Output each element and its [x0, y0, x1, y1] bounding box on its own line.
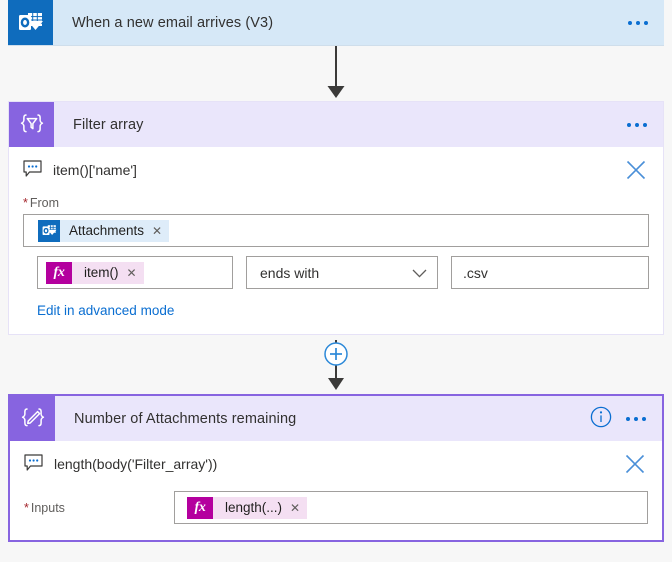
filter-braces-icon	[9, 102, 54, 147]
compose-braces-icon	[10, 396, 55, 441]
filter-comment-text: item()['name']	[53, 162, 137, 178]
remove-token-icon[interactable]: ✕	[152, 225, 162, 237]
flow-designer-canvas: When a new email arrives (V3) Filter arr…	[0, 0, 672, 562]
ellipsis-icon[interactable]	[626, 416, 646, 421]
trigger-card-title: When a new email arrives (V3)	[72, 14, 274, 31]
dynamic-token-attachments[interactable]: Attachments ✕	[38, 219, 170, 242]
token-label: Attachments	[69, 223, 145, 238]
filter-card-title: Filter array	[73, 116, 144, 133]
condition-row: fx item() ✕ ends with .csv	[23, 256, 649, 289]
token-label: item()	[84, 265, 119, 280]
condition-value-input[interactable]: .csv	[451, 256, 649, 289]
ellipsis-icon[interactable]	[628, 20, 648, 25]
outlook-icon	[38, 219, 60, 242]
trigger-card-header[interactable]: When a new email arrives (V3)	[8, 0, 664, 45]
action-card-filter-array[interactable]: Filter array item()['name'] * From Attac…	[8, 101, 664, 335]
expression-token-item[interactable]: fx item() ✕	[46, 261, 144, 284]
from-label-text: From	[29, 196, 60, 210]
compose-card-body: length(body('Filter_array')) * Inputs fx …	[10, 441, 662, 540]
compose-comment-text: length(body('Filter_array'))	[54, 456, 218, 472]
from-input[interactable]: Attachments ✕	[23, 214, 649, 247]
compose-header-actions	[590, 406, 662, 431]
remove-token-icon[interactable]: ✕	[127, 267, 137, 279]
from-field-label: * From	[23, 196, 649, 210]
arrow-down-icon	[327, 46, 345, 98]
close-icon[interactable]	[625, 159, 647, 181]
trigger-card-when-a-new-email-arrives[interactable]: When a new email arrives (V3)	[8, 0, 664, 46]
compose-card-header[interactable]: Number of Attachments remaining	[10, 396, 662, 441]
comment-icon	[24, 453, 43, 475]
required-indicator: *	[24, 500, 29, 515]
inputs-field-label: * Inputs	[24, 501, 174, 515]
chevron-down-icon[interactable]	[412, 265, 427, 281]
outlook-icon	[8, 0, 53, 45]
filter-card-header[interactable]: Filter array	[9, 102, 663, 147]
filter-comment-row: item()['name']	[23, 147, 649, 193]
filter-header-actions	[627, 122, 663, 127]
inputs-row: * Inputs fx length(...) ✕	[24, 491, 648, 524]
remove-token-icon[interactable]: ✕	[290, 502, 300, 514]
fx-icon: fx	[187, 496, 213, 519]
fx-icon: fx	[46, 261, 72, 284]
info-icon[interactable]	[590, 406, 612, 431]
comment-icon	[23, 159, 42, 181]
trigger-header-actions	[628, 20, 664, 25]
inputs-input[interactable]: fx length(...) ✕	[174, 491, 648, 524]
token-label: length(...)	[225, 500, 283, 515]
required-indicator: *	[23, 196, 28, 210]
filter-card-body: item()['name'] * From Attachments ✕ fx i…	[9, 147, 663, 334]
inputs-label-text: Inputs	[30, 500, 65, 515]
compose-comment-row: length(body('Filter_array'))	[24, 441, 648, 487]
action-card-number-of-attachments-remaining[interactable]: Number of Attachments remaining length(b…	[8, 394, 664, 542]
compose-card-title: Number of Attachments remaining	[74, 410, 297, 427]
operator-label: ends with	[260, 264, 320, 281]
expression-token-length[interactable]: fx length(...) ✕	[187, 496, 308, 519]
condition-value-text: .csv	[463, 264, 488, 281]
connector-filter-to-compose	[0, 340, 672, 394]
condition-operator-dropdown[interactable]: ends with	[246, 256, 438, 289]
edit-in-advanced-mode-link[interactable]: Edit in advanced mode	[37, 303, 174, 318]
connector-trigger-to-filter	[0, 46, 672, 101]
close-icon[interactable]	[624, 453, 646, 475]
ellipsis-icon[interactable]	[627, 122, 647, 127]
condition-left-input[interactable]: fx item() ✕	[37, 256, 233, 289]
